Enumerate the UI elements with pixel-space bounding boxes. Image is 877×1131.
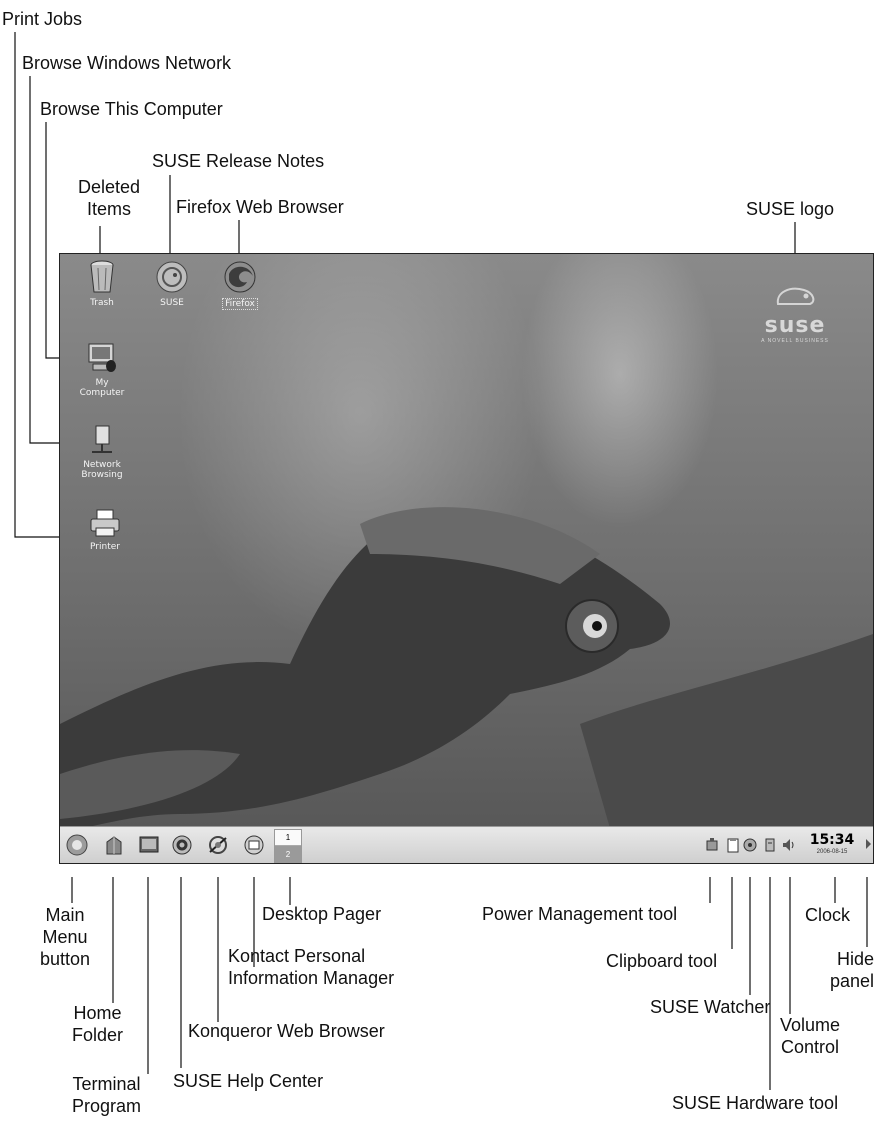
- trash-icon: [90, 260, 114, 293]
- suse-watcher-icon[interactable]: [743, 837, 757, 853]
- callout-print-jobs: Print Jobs: [2, 9, 83, 29]
- callout-power-management-tool: Power Management tool: [482, 904, 678, 924]
- kontact-pim-button[interactable]: [243, 834, 265, 856]
- callout-suse-release-notes: SUSE Release Notes: [152, 151, 325, 171]
- clock[interactable]: 15:34 2006-08-15: [805, 829, 859, 861]
- terminal-program-button[interactable]: [138, 834, 160, 856]
- suse-hardware-tool-icon[interactable]: [763, 837, 777, 853]
- callout-clock: Clock: [805, 905, 851, 925]
- chameleon-wallpaper: [60, 507, 873, 863]
- desktop-icon-network-browsing[interactable]: Network Browsing: [67, 424, 137, 480]
- pager-desktop-2[interactable]: 2: [275, 846, 301, 863]
- power-management-icon[interactable]: [705, 837, 719, 853]
- hide-panel-arrow-icon[interactable]: [866, 839, 871, 849]
- callout-hide-panel: Hide panel: [829, 949, 874, 991]
- firefox-icon: [224, 261, 256, 293]
- network-browsing-icon: [92, 425, 112, 453]
- callout-main-menu-button: Main Menu button: [40, 905, 91, 969]
- callout-deleted-items: Deleted Items: [78, 177, 141, 219]
- firefox-label: Firefox: [222, 298, 258, 310]
- callout-volume-control: Volume Control: [780, 1015, 841, 1057]
- desktop-icon-suse[interactable]: SUSE: [137, 260, 207, 308]
- printer-icon: [90, 509, 120, 537]
- volume-control-icon[interactable]: [781, 837, 795, 853]
- system-tray: [695, 831, 800, 859]
- suse-chameleon-logo-icon: [776, 287, 815, 305]
- desktop-screen: Trash SUSE Firefox My Computer Network B…: [59, 253, 874, 864]
- callout-suse-watcher: SUSE Watcher: [650, 997, 771, 1017]
- callout-browse-this-computer: Browse This Computer: [40, 99, 223, 119]
- pager-desktop-1[interactable]: 1: [275, 830, 301, 846]
- home-folder-button[interactable]: [103, 834, 125, 856]
- callout-kontact-pim: Kontact Personal Information Manager: [228, 946, 395, 988]
- suse-help-center-button[interactable]: [171, 834, 193, 856]
- callout-home-folder: Home Folder: [72, 1003, 124, 1045]
- my-computer-icon: [88, 343, 116, 372]
- desktop-icon-trash[interactable]: Trash: [67, 260, 137, 308]
- callout-suse-help-center: SUSE Help Center: [173, 1071, 324, 1091]
- callout-konqueror-web-browser: Konqueror Web Browser: [188, 1021, 385, 1041]
- trash-label: Trash: [90, 298, 114, 308]
- my-computer-label: My Computer: [79, 378, 125, 398]
- suse-label: SUSE: [160, 298, 184, 308]
- suse-logo: suse A NOVELL BUSINESS: [755, 284, 835, 344]
- callout-suse-hardware-tool: SUSE Hardware tool: [672, 1093, 839, 1113]
- callout-terminal-program: Terminal Program: [72, 1074, 142, 1116]
- desktop-pager[interactable]: 1 2: [274, 829, 302, 863]
- callout-clipboard-tool: Clipboard tool: [606, 951, 718, 971]
- clock-time: 15:34: [809, 832, 855, 848]
- printer-label: Printer: [90, 542, 120, 552]
- desktop-icon-firefox[interactable]: Firefox: [205, 260, 275, 310]
- clock-date: 2006-08-15: [816, 849, 848, 855]
- clipboard-icon[interactable]: [726, 837, 740, 853]
- suse-logo-wordmark: suse: [764, 313, 826, 338]
- callout-desktop-pager: Desktop Pager: [262, 904, 382, 924]
- suse-logo-tagline: A NOVELL BUSINESS: [761, 338, 829, 344]
- suse-release-notes-icon: [156, 261, 188, 293]
- callout-firefox-web-browser: Firefox Web Browser: [176, 197, 344, 217]
- network-browsing-label: Network Browsing: [81, 460, 123, 480]
- callout-browse-windows-network: Browse Windows Network: [22, 53, 232, 73]
- kde-panel: 1 2 15:34 2006-08-15: [60, 826, 873, 863]
- desktop-icon-my-computer[interactable]: My Computer: [67, 342, 137, 398]
- desktop-icon-printer[interactable]: Printer: [70, 508, 140, 552]
- konqueror-web-browser-button[interactable]: [207, 834, 229, 856]
- callout-suse-logo: SUSE logo: [746, 199, 835, 219]
- main-menu-button[interactable]: [66, 834, 88, 856]
